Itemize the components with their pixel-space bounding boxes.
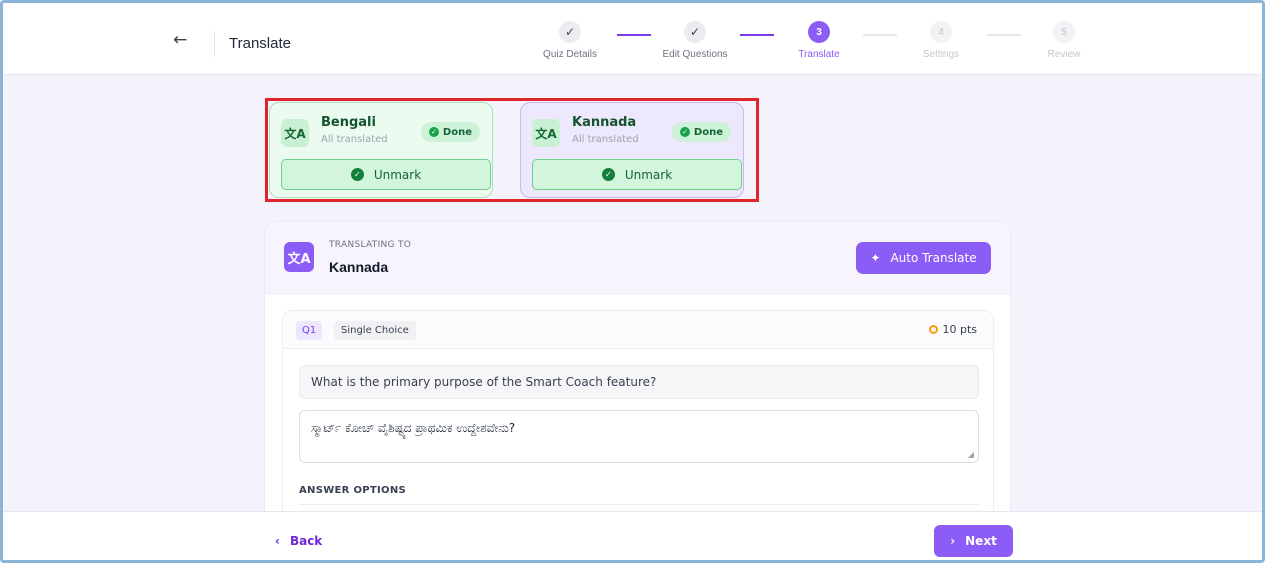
question-points: 10 pts [929,323,977,336]
step-number: 5 [1053,21,1075,43]
highlight-annotation [265,98,759,202]
app-window: ← Translate ✓ Quiz Details ✓ Edit Questi… [0,0,1265,563]
next-button[interactable]: › Next [934,525,1013,557]
step-label: Edit Questions [662,49,728,60]
check-icon: ✓ [684,21,706,43]
points-value: 10 pts [942,323,977,336]
top-header: ← Translate ✓ Quiz Details ✓ Edit Questi… [3,3,1262,75]
translated-question-text: ಸ್ಮಾರ್ಟ್ ಕೋಚ್ ವೈಶಿಷ್ಟ್ಯದ ಪ್ರಾಥಮಿಕ ಉದ್ದೇಶ… [311,421,516,435]
step-label: Review [1047,49,1081,60]
back-button[interactable]: ‹ Back [275,534,322,548]
panel-header: 文A TRANSLATING TO Kannada ✦ Auto Transla… [265,222,1010,294]
step-number: 4 [930,21,952,43]
answer-options-label: ANSWER OPTIONS [299,485,406,496]
step-number: 3 [808,21,830,43]
translate-icon: 文A [284,242,314,272]
divider [299,504,979,505]
step-settings[interactable]: 4 Settings [891,21,991,60]
question-type: Single Choice [334,321,416,340]
resize-handle-icon[interactable]: ◢ [968,450,974,459]
arrow-left-icon[interactable]: ← [173,32,191,51]
step-edit-questions[interactable]: ✓ Edit Questions [645,21,745,60]
footer-bar: ‹ Back › Next [3,511,1262,560]
page-title: Translate [229,35,291,52]
step-label: Settings [922,49,960,60]
step-quiz-details[interactable]: ✓ Quiz Details [520,21,620,60]
target-language: Kannada [329,259,389,275]
chevron-right-icon: › [950,534,956,548]
chevron-left-icon: ‹ [275,534,280,548]
check-icon: ✓ [559,21,581,43]
translated-question-input[interactable]: ಸ್ಮಾರ್ಟ್ ಕೋಚ್ ವೈಶಿಷ್ಟ್ಯದ ಪ್ರಾಥಮಿಕ ಉದ್ದೇಶ… [299,410,979,463]
source-question-text: What is the primary purpose of the Smart… [299,365,979,399]
step-label: Quiz Details [543,49,597,60]
question-number: Q1 [296,321,323,340]
question-header: Q1 Single Choice 10 pts [283,311,993,349]
magic-wand-icon: ✦ [870,251,881,265]
question-card: Q1 Single Choice 10 pts What is the prim… [282,310,994,520]
auto-translate-button[interactable]: ✦ Auto Translate [856,242,991,274]
step-review[interactable]: 5 Review [1014,21,1114,60]
back-label: Back [289,534,323,548]
points-icon [929,325,939,334]
step-label: Translate [798,49,840,60]
header-divider [214,31,215,57]
step-translate[interactable]: 3 Translate [769,21,869,60]
translation-panel: 文A TRANSLATING TO Kannada ✦ Auto Transla… [264,221,1011,521]
translating-to-label: TRANSLATING TO [329,240,412,250]
auto-translate-label: Auto Translate [890,251,977,265]
next-label: Next [965,534,997,548]
